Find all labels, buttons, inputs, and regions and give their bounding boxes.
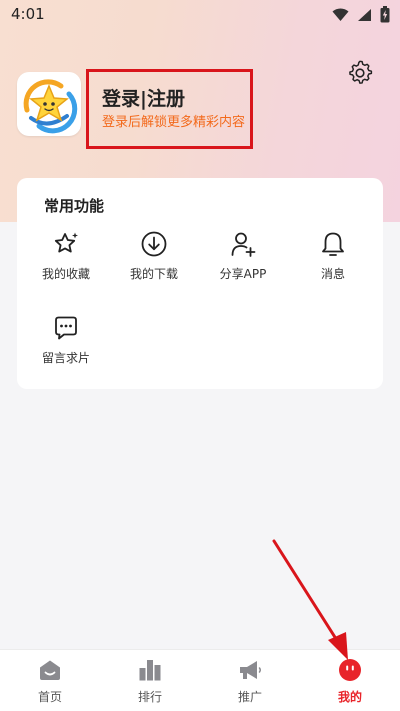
profile-face-icon [339,659,361,681]
bar-chart-icon [139,660,161,681]
share-app-button[interactable]: 分享APP [208,230,278,282]
download-icon [141,231,167,257]
signal-icon [358,8,371,21]
downloads-label: 我的下载 [129,267,178,281]
status-time: 4:01 [11,5,45,23]
wifi-icon [332,7,349,21]
login-register-link[interactable]: 登录|注册 [102,84,185,111]
home-icon [40,660,60,680]
tab-mine-label: 我的 [337,690,362,704]
request-movie-label: 留言求片 [41,351,90,365]
tab-home[interactable]: 首页 [0,650,100,711]
avatar[interactable] [17,72,81,136]
message-icon [55,316,77,340]
gear-icon[interactable] [346,59,374,87]
tab-promote-label: 推广 [237,690,262,704]
share-app-label: 分享APP [219,267,267,281]
star-logo-icon [23,79,78,134]
tab-ranking-label: 排行 [137,690,162,704]
tab-home-label: 首页 [37,690,62,704]
request-movie-button[interactable]: 留言求片 [31,314,101,366]
bell-icon [322,232,344,256]
messages-button[interactable]: 消息 [298,230,368,282]
favorites-label: 我的收藏 [41,267,90,281]
common-functions-card: 常用功能 我的收藏 我的下载 分享APP 消息 留言求片 [17,178,383,389]
tab-promote[interactable]: 推广 [200,650,300,711]
star-sparkle-icon [54,232,78,253]
card-title: 常用功能 [44,197,105,215]
messages-label: 消息 [320,267,345,281]
status-bar: 4:01 [0,0,400,28]
megaphone-icon [240,661,261,679]
add-user-icon [231,232,256,257]
favorites-button[interactable]: 我的收藏 [31,230,101,282]
tab-mine[interactable]: 我的 [300,650,400,711]
downloads-button[interactable]: 我的下载 [119,230,189,282]
login-hint-text: 登录后解锁更多精彩内容 [102,115,246,130]
bottom-tab-bar: 首页 排行 推广 我的 [0,649,400,711]
battery-charging-icon [380,6,390,23]
tab-ranking[interactable]: 排行 [100,650,200,711]
